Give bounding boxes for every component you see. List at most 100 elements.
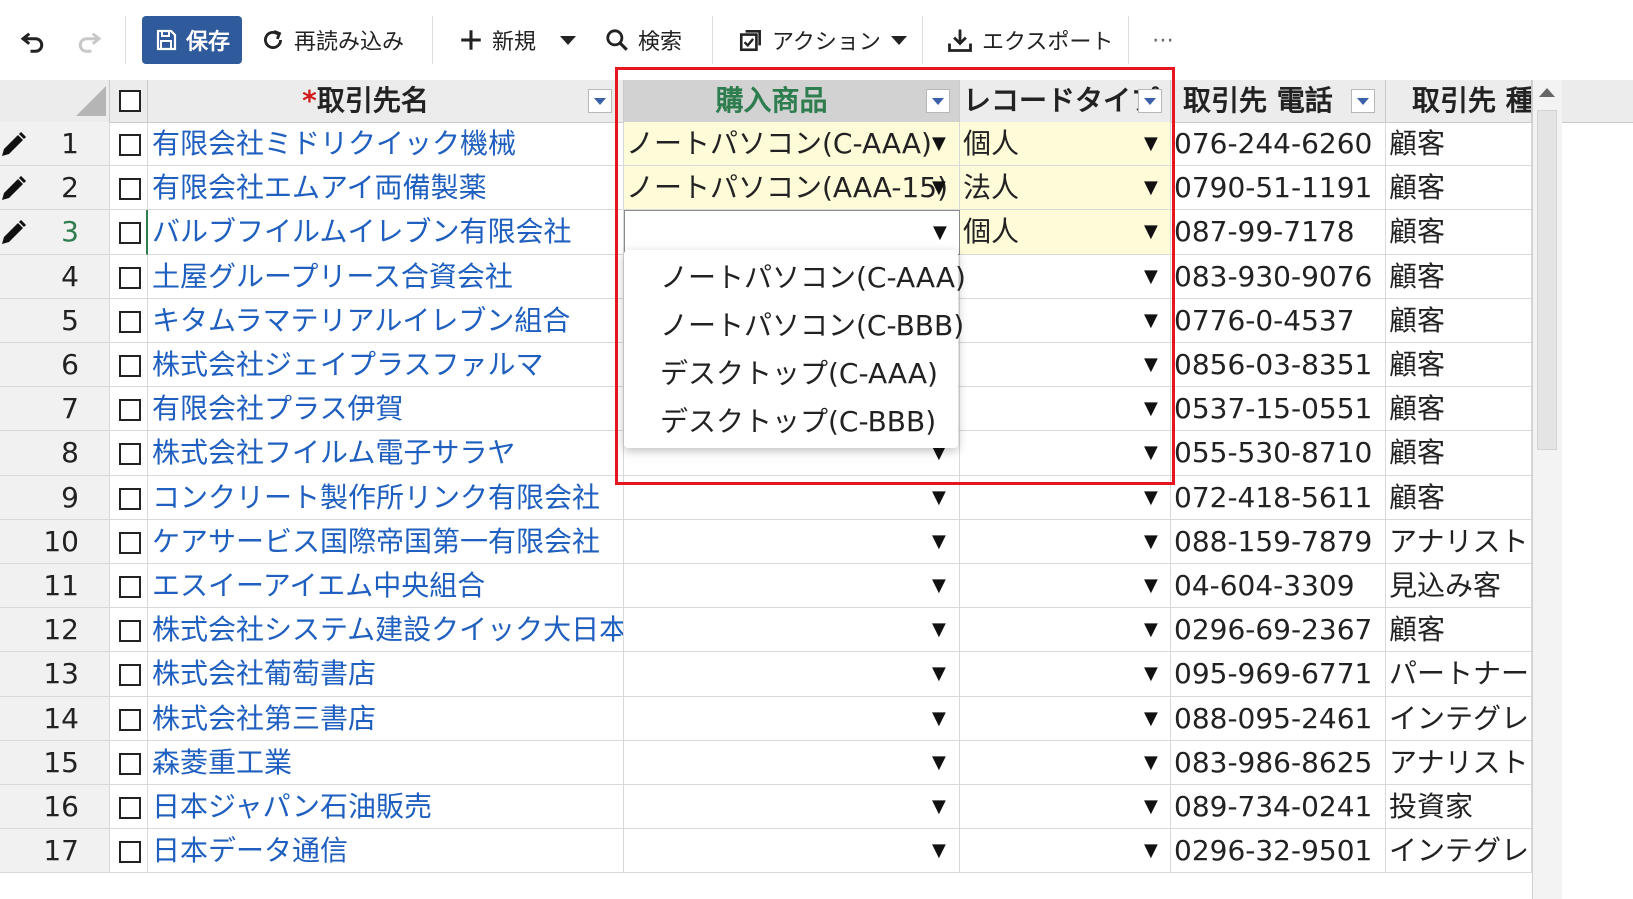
header-record-type[interactable]: レコードタイプ xyxy=(960,80,1171,122)
product-cell[interactable]: ▼ xyxy=(624,652,960,697)
record-type-cell[interactable]: 個人 ▼ xyxy=(960,210,1171,255)
account-type-cell[interactable]: 投資家 xyxy=(1386,785,1532,830)
row-checkbox[interactable] xyxy=(119,178,141,201)
dropdown-arrow-icon[interactable]: ▼ xyxy=(1144,741,1158,784)
row-number[interactable]: 13 xyxy=(0,652,110,697)
record-type-cell[interactable]: 法人 ▼ xyxy=(960,166,1171,211)
account-name-link[interactable]: 有限会社ミドリクイック機械 xyxy=(148,122,624,167)
row-checkbox[interactable] xyxy=(119,841,141,864)
row-checkbox[interactable] xyxy=(119,664,141,687)
dropdown-arrow-icon[interactable]: ▼ xyxy=(1144,697,1158,740)
account-name-link[interactable]: 株式会社ジェイプラスファルマ xyxy=(148,343,624,388)
product-cell[interactable]: ノートパソコン(C-AAA) ▼ xyxy=(624,122,960,167)
phone-cell[interactable]: 095-969-6771 xyxy=(1171,652,1386,697)
record-type-cell[interactable]: ▼ xyxy=(960,519,1171,564)
dropdown-arrow-icon[interactable]: ▼ xyxy=(932,785,946,828)
record-type-cell[interactable]: ▼ xyxy=(960,564,1171,609)
dropdown-arrow-icon[interactable]: ▼ xyxy=(1144,166,1158,209)
export-button[interactable]: エクスポート xyxy=(946,16,1113,64)
product-cell[interactable]: ▼ xyxy=(624,519,960,564)
dropdown-option[interactable]: デスクトップ(C-AAA) xyxy=(660,352,938,392)
account-type-cell[interactable]: 顧客 xyxy=(1386,608,1532,653)
dropdown-arrow-icon[interactable]: ▼ xyxy=(933,211,947,253)
row-number[interactable]: 17 xyxy=(0,829,110,874)
row-number[interactable]: 9 xyxy=(0,475,110,520)
product-cell[interactable]: ▼ xyxy=(624,740,960,785)
corner-cell[interactable] xyxy=(0,80,110,122)
row-checkbox[interactable] xyxy=(119,576,141,598)
phone-cell[interactable]: 0537-15-0551 xyxy=(1171,387,1386,432)
phone-cell[interactable]: 083-986-8625 xyxy=(1171,740,1386,785)
dropdown-arrow-icon[interactable]: ▼ xyxy=(932,520,946,563)
product-cell[interactable]: ▼ xyxy=(624,210,960,255)
row-number[interactable]: 12 xyxy=(0,608,110,653)
row-checkbox[interactable] xyxy=(119,266,141,289)
record-type-cell[interactable]: ▼ xyxy=(960,475,1171,520)
row-checkbox[interactable] xyxy=(119,443,141,466)
row-checkbox[interactable] xyxy=(119,620,141,643)
vertical-scrollbar[interactable] xyxy=(1532,80,1562,899)
account-type-cell[interactable]: 顧客 xyxy=(1386,210,1532,255)
phone-cell[interactable]: 072-418-5611 xyxy=(1171,475,1386,520)
account-name-link[interactable]: 日本データ通信 xyxy=(148,829,624,874)
record-type-cell[interactable]: ▼ xyxy=(960,785,1171,830)
record-type-cell[interactable]: ▼ xyxy=(960,298,1171,343)
header-menu-button[interactable] xyxy=(588,89,612,113)
account-name-link[interactable]: キタムラマテリアルイレブン組合 xyxy=(148,298,624,343)
record-type-cell[interactable]: ▼ xyxy=(960,387,1171,432)
row-checkbox[interactable] xyxy=(119,399,141,422)
new-dropdown-button[interactable] xyxy=(558,16,578,64)
dropdown-arrow-icon[interactable]: ▼ xyxy=(1144,431,1158,474)
select-all-checkbox[interactable] xyxy=(119,90,141,112)
row-number[interactable]: 5 xyxy=(0,298,110,343)
header-type[interactable]: 取引先 種 xyxy=(1386,80,1532,122)
account-type-cell[interactable]: 顧客 xyxy=(1386,254,1532,299)
record-type-cell[interactable]: ▼ xyxy=(960,608,1171,653)
account-name-link[interactable]: コンクリート製作所リンク有限会社 xyxy=(148,475,624,520)
account-name-link[interactable]: 土屋グループリース合資会社 xyxy=(148,254,624,299)
phone-cell[interactable]: 0296-32-9501 xyxy=(1171,829,1386,874)
dropdown-arrow-icon[interactable]: ▼ xyxy=(1144,829,1158,872)
dropdown-arrow-icon[interactable]: ▼ xyxy=(1144,520,1158,563)
row-number[interactable]: 8 xyxy=(0,431,110,476)
phone-cell[interactable]: 088-159-7879 xyxy=(1171,519,1386,564)
dropdown-arrow-icon[interactable]: ▼ xyxy=(1144,652,1158,695)
account-name-link[interactable]: 株式会社葡萄書店 xyxy=(148,652,624,697)
phone-cell[interactable]: 083-930-9076 xyxy=(1171,254,1386,299)
account-name-link[interactable]: バルブフイルムイレブン有限会社 xyxy=(148,210,624,255)
phone-cell[interactable]: 087-99-7178 xyxy=(1171,210,1386,255)
record-type-cell[interactable]: ▼ xyxy=(960,829,1171,874)
row-number[interactable]: 4 xyxy=(0,254,110,299)
account-type-cell[interactable]: 顧客 xyxy=(1386,343,1532,388)
dropdown-arrow-icon[interactable]: ▼ xyxy=(1144,476,1158,519)
dropdown-arrow-icon[interactable]: ▼ xyxy=(1144,564,1158,607)
phone-cell[interactable]: 04-604-3309 xyxy=(1171,564,1386,609)
dropdown-arrow-icon[interactable]: ▼ xyxy=(1144,299,1158,342)
dropdown-arrow-icon[interactable]: ▼ xyxy=(932,476,946,519)
dropdown-arrow-icon[interactable]: ▼ xyxy=(932,608,946,651)
dropdown-arrow-icon[interactable]: ▼ xyxy=(932,829,946,872)
dropdown-arrow-icon[interactable]: ▼ xyxy=(932,652,946,695)
header-phone[interactable]: 取引先 電話 xyxy=(1171,80,1386,122)
account-name-link[interactable]: 有限会社エムアイ両備製薬 xyxy=(148,166,624,211)
dropdown-arrow-icon[interactable]: ▼ xyxy=(1144,608,1158,651)
account-type-cell[interactable]: インテグレー xyxy=(1386,696,1532,741)
record-type-cell[interactable]: ▼ xyxy=(960,696,1171,741)
record-type-cell[interactable]: 個人 ▼ xyxy=(960,122,1171,167)
record-type-cell[interactable]: ▼ xyxy=(960,254,1171,299)
row-number[interactable]: 3 xyxy=(0,210,110,255)
product-cell[interactable]: ▼ xyxy=(624,564,960,609)
header-menu-button[interactable] xyxy=(1351,89,1375,113)
account-name-link[interactable]: 日本ジャパン石油販売 xyxy=(148,785,624,830)
dropdown-arrow-icon[interactable]: ▼ xyxy=(1144,210,1158,253)
dropdown-arrow-icon[interactable]: ▼ xyxy=(1144,122,1158,165)
row-number[interactable]: 10 xyxy=(0,519,110,564)
account-name-link[interactable]: 株式会社第三書店 xyxy=(148,696,624,741)
row-checkbox[interactable] xyxy=(119,752,141,775)
phone-cell[interactable]: 089-734-0241 xyxy=(1171,785,1386,830)
scroll-up-icon[interactable] xyxy=(1539,88,1555,97)
account-type-cell[interactable]: インテグレー xyxy=(1386,829,1532,874)
product-cell[interactable]: ノートパソコン(AAA-15) ▼ xyxy=(624,166,960,211)
product-cell[interactable]: ▼ xyxy=(624,785,960,830)
row-checkbox[interactable] xyxy=(119,797,141,819)
